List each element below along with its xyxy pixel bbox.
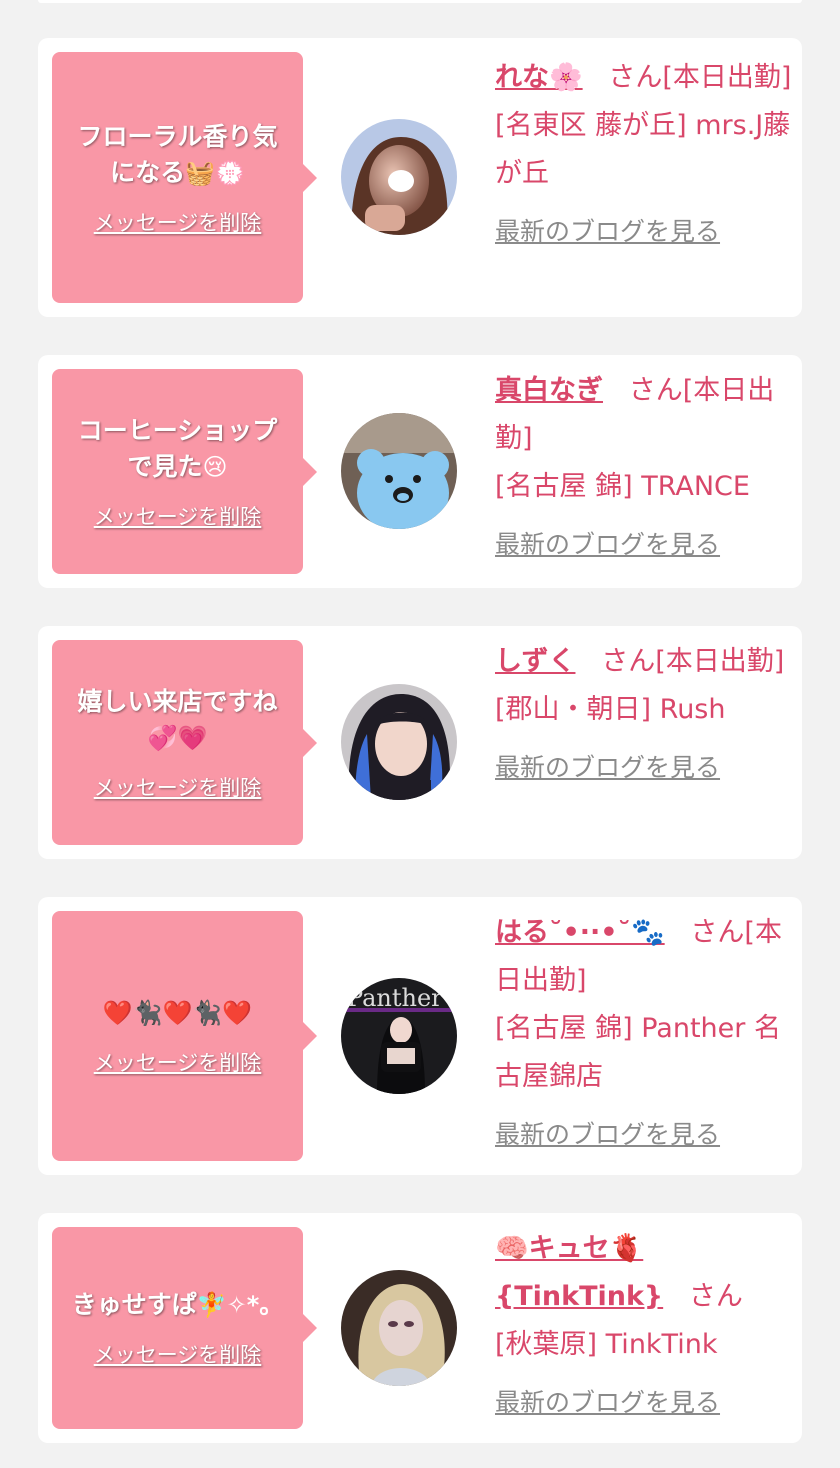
delete-message-link[interactable]: メッセージを削除 (94, 1339, 262, 1369)
cast-info: 真白なぎ さん[本日出勤] [名古屋 錦] TRANCE 最新のブログを見る (495, 367, 795, 569)
avatar[interactable] (341, 119, 457, 235)
avatar[interactable]: Panther (341, 978, 457, 1094)
cast-info: はる˘•··•˘🐾 さん[本日出勤] [名古屋 錦] Panther 名古屋錦店… (495, 909, 795, 1159)
delete-message-link[interactable]: メッセージを削除 (94, 772, 262, 802)
message-card: 嬉しい来店ですね 💞💗 メッセージを削除 しずく さん[本日出勤] [郡山・朝日… (38, 626, 802, 859)
cast-status: さん[本日出勤] (608, 62, 792, 93)
message-card: コーヒーショップ で見た😢 メッセージを削除 真白なぎ さん[本日出勤] [名古… (38, 355, 802, 588)
cast-shop: [名古屋 錦] Panther 名古屋錦店 (495, 1013, 781, 1092)
message-card: ❤️🐈‍⬛❤️🐈‍⬛❤️ メッセージを削除 Panther はる˘•··•˘🐾 … (38, 897, 802, 1175)
latest-blog-link[interactable]: 最新のブログを見る (495, 208, 720, 256)
latest-blog-link[interactable]: 最新のブログを見る (495, 744, 720, 792)
cast-shop: [郡山・朝日] Rush (495, 694, 726, 725)
cast-name-link[interactable]: 真白なぎ (495, 375, 603, 406)
message-card: フローラル香り気 になる🧺💮 メッセージを削除 れな🌸 さん[本日出勤] [名東… (38, 38, 802, 317)
message-emoji: 💞💗 (147, 723, 208, 752)
avatar[interactable] (341, 684, 457, 800)
latest-blog-link[interactable]: 最新のブログを見る (495, 1111, 720, 1159)
cast-info: しずく さん[本日出勤] [郡山・朝日] Rush 最新のブログを見る (495, 638, 795, 792)
message-emoji: ❤️🐈‍⬛❤️🐈‍⬛❤️ (102, 999, 253, 1027)
message-text: きゅせすぱ🧚✧*。 (71, 1290, 284, 1319)
cast-name-link[interactable]: れな🌸 (495, 62, 583, 93)
message-bubble: コーヒーショップ で見た😢 メッセージを削除 (52, 369, 317, 574)
cast-shop: [名古屋 錦] TRANCE (495, 471, 750, 502)
delete-message-link[interactable]: メッセージを削除 (94, 501, 262, 531)
message-card: きゅせすぱ🧚✧*。 メッセージを削除 🧠キュセ🫀{TinkTink} さん [秋… (38, 1213, 802, 1443)
cast-shop: [秋葉原] TinkTink (495, 1329, 718, 1360)
message-bubble: きゅせすぱ🧚✧*。 メッセージを削除 (52, 1227, 317, 1429)
message-emoji: 🧺💮 (185, 158, 245, 187)
message-text: 嬉しい来店ですね 💞💗 (77, 686, 278, 752)
cast-shop: [名東区 藤が丘] mrs.J藤が丘 (495, 110, 791, 189)
latest-blog-link[interactable]: 最新のブログを見る (495, 521, 720, 569)
cast-status: さん (688, 1281, 743, 1312)
cast-status: さん[本日出勤] (601, 646, 785, 677)
message-text: コーヒーショップ で見た😢 (77, 415, 278, 481)
message-bubble: 嬉しい来店ですね 💞💗 メッセージを削除 (52, 640, 317, 845)
cast-name-link[interactable]: はる˘•··•˘🐾 (495, 917, 665, 948)
previous-card-edge (38, 0, 802, 3)
cast-name-link[interactable]: しずく (495, 646, 575, 677)
message-bubble: ❤️🐈‍⬛❤️🐈‍⬛❤️ メッセージを削除 (52, 911, 317, 1161)
avatar[interactable] (341, 413, 457, 529)
cast-info: れな🌸 さん[本日出勤] [名東区 藤が丘] mrs.J藤が丘 最新のブログを見… (495, 54, 795, 256)
cast-info: 🧠キュセ🫀{TinkTink} さん [秋葉原] TinkTink 最新のブログ… (495, 1225, 795, 1427)
message-text: フローラル香り気 になる🧺💮 (77, 121, 278, 187)
avatar[interactable] (341, 1270, 457, 1386)
message-emoji: 😢 (202, 452, 228, 481)
message-bubble: フローラル香り気 になる🧺💮 メッセージを削除 (52, 52, 317, 303)
delete-message-link[interactable]: メッセージを削除 (94, 207, 262, 237)
message-emoji: 🧚✧*。 (196, 1291, 284, 1319)
latest-blog-link[interactable]: 最新のブログを見る (495, 1379, 720, 1427)
svg-text:Panther: Panther (347, 984, 443, 1012)
cast-name-link[interactable]: 🧠キュセ🫀{TinkTink} (495, 1233, 663, 1312)
delete-message-link[interactable]: メッセージを削除 (94, 1047, 262, 1077)
message-text: ❤️🐈‍⬛❤️🐈‍⬛❤️ (103, 995, 252, 1031)
